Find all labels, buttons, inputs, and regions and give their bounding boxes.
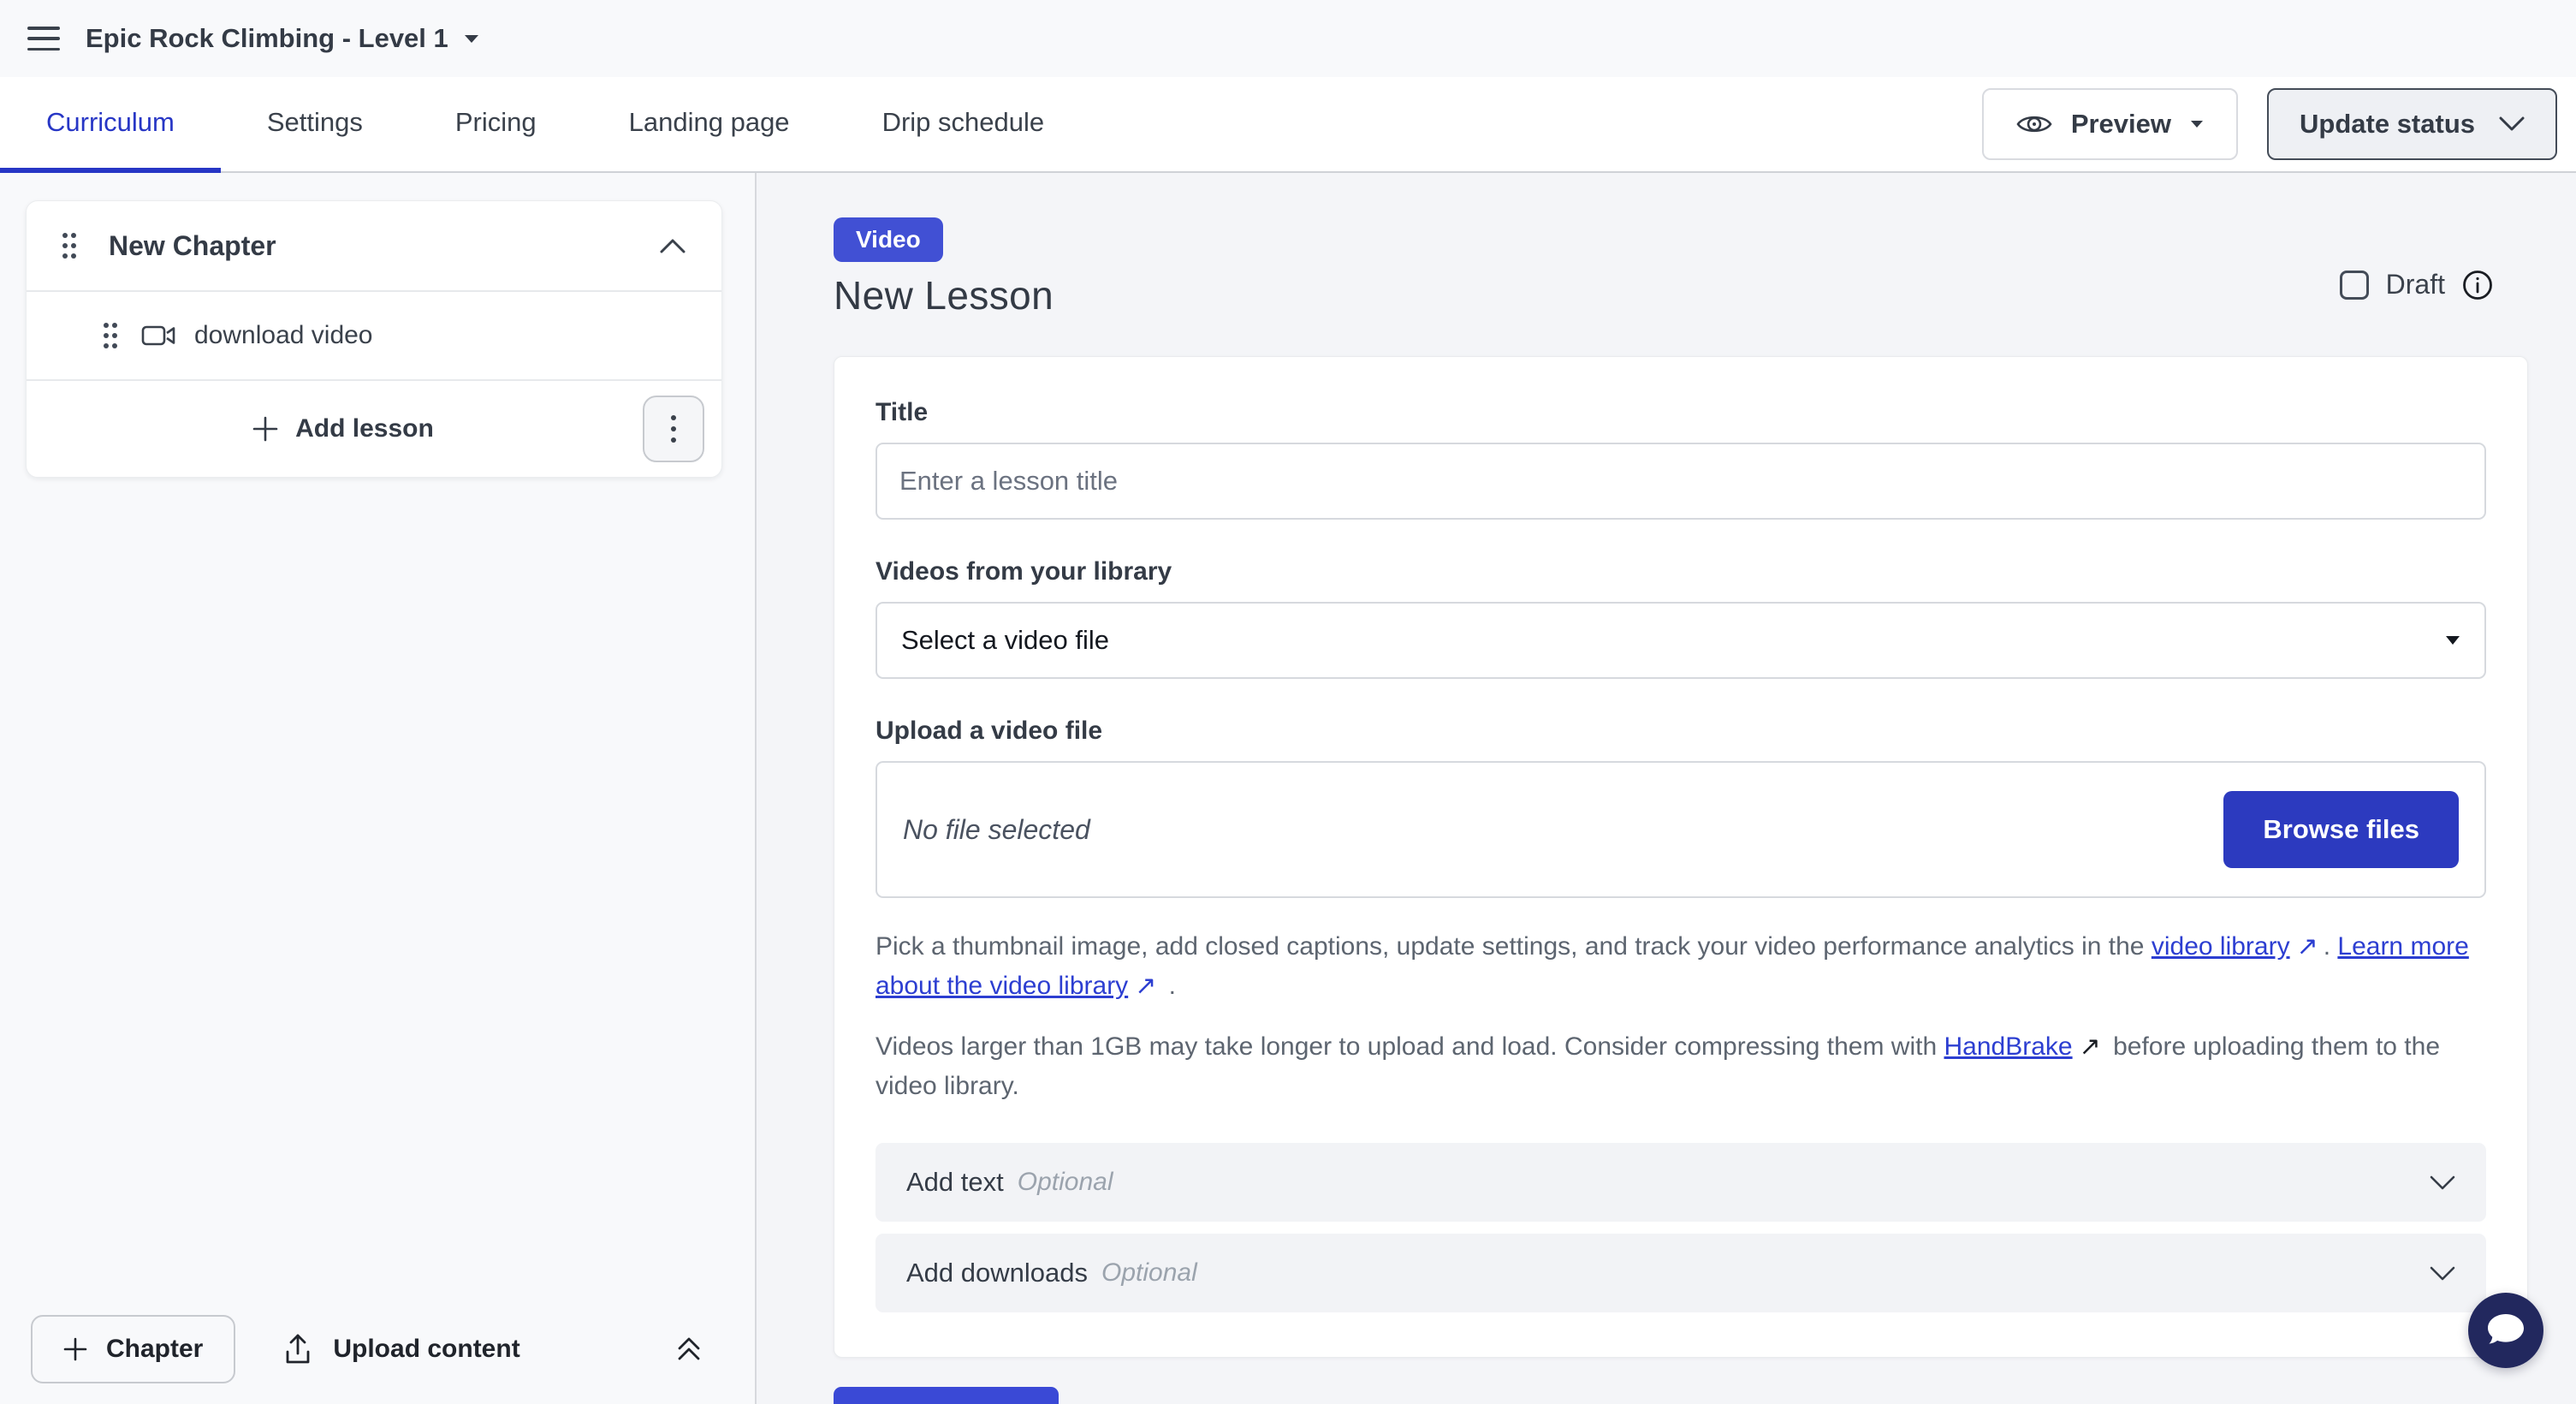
chat-widget-button[interactable] [2468, 1293, 2543, 1368]
save-lesson-button[interactable]: Save lesson [834, 1387, 1059, 1404]
add-text-panel[interactable]: Add text Optional [875, 1143, 2486, 1222]
content-area: New Chapter [0, 173, 2576, 1404]
chevron-down-icon [2430, 1266, 2455, 1281]
chevron-down-icon [2499, 116, 2525, 132]
video-library-help-text: Pick a thumbnail image, add closed capti… [875, 927, 2486, 1005]
top-bar: Epic Rock Climbing - Level 1 [0, 0, 2576, 77]
tab-bar: Curriculum Settings Pricing Landing page… [0, 77, 2576, 173]
video-camera-icon [141, 323, 175, 348]
chevron-down-icon [2430, 1175, 2455, 1190]
draft-label: Draft [2386, 269, 2445, 300]
video-library-field-group: Videos from your library Select a video … [875, 557, 2486, 679]
drag-handle-icon[interactable] [61, 230, 78, 261]
select-caret-icon [2445, 635, 2460, 645]
lesson-title-input[interactable] [875, 443, 2486, 520]
eye-icon [2016, 111, 2052, 137]
drag-handle-icon[interactable] [102, 320, 119, 351]
title-field-group: Title [875, 398, 2486, 520]
add-lesson-label: Add lesson [295, 414, 434, 443]
upload-field-group: Upload a video file No file selected Bro… [875, 717, 2486, 898]
add-chapter-button[interactable]: Chapter [31, 1315, 235, 1383]
tab-drip-schedule[interactable]: Drip schedule [836, 77, 1091, 173]
upload-content-label: Upload content [333, 1335, 519, 1364]
add-lesson-row: Add lesson [27, 381, 721, 477]
chapter-menu-button[interactable] [643, 396, 704, 462]
video-library-label: Videos from your library [875, 557, 2486, 586]
course-title-dropdown[interactable]: Epic Rock Climbing - Level 1 [86, 23, 479, 54]
curriculum-sidebar: New Chapter [0, 173, 757, 1404]
optional-label: Optional [1018, 1168, 1113, 1197]
help-text-segment: . [1161, 972, 1176, 1000]
lesson-type-badge: Video [834, 217, 943, 262]
lesson-title: download video [194, 321, 373, 350]
chat-bubble-icon [2485, 1311, 2526, 1350]
update-status-label: Update status [2300, 109, 2475, 140]
lesson-editor: Video New Lesson Draft Title [757, 173, 2576, 1404]
lesson-heading-block: Video New Lesson [834, 217, 1054, 318]
title-label: Title [875, 398, 2486, 427]
tabbar-actions: Preview Update status [1982, 77, 2557, 171]
chapter-card: New Chapter [26, 200, 722, 478]
caret-down-icon [464, 34, 479, 44]
upload-content-button[interactable]: Upload content [283, 1333, 519, 1365]
upload-icon [283, 1333, 312, 1365]
chapter-button-label: Chapter [106, 1335, 203, 1364]
tab-landing-page[interactable]: Landing page [583, 77, 836, 173]
add-downloads-label: Add downloads [906, 1258, 1088, 1288]
video-library-selected-value: Select a video file [901, 625, 1109, 656]
compression-help-text: Videos larger than 1GB may take longer t… [875, 1027, 2486, 1105]
course-title: Epic Rock Climbing - Level 1 [86, 23, 448, 54]
plus-icon [63, 1337, 87, 1361]
lesson-form-card: Title Videos from your library Select a … [834, 356, 2528, 1358]
video-library-link[interactable]: video library↗ [2152, 932, 2324, 961]
browse-files-button[interactable]: Browse files [2223, 791, 2459, 868]
tab-pricing[interactable]: Pricing [409, 77, 583, 173]
hamburger-menu-icon[interactable] [27, 27, 60, 51]
upload-video-label: Upload a video file [875, 717, 2486, 746]
add-downloads-panel[interactable]: Add downloads Optional [875, 1234, 2486, 1312]
chapter-header[interactable]: New Chapter [27, 201, 721, 292]
video-library-select[interactable]: Select a video file [875, 602, 2486, 679]
draft-checkbox[interactable] [2340, 271, 2369, 300]
add-lesson-button[interactable]: Add lesson [252, 414, 434, 443]
chapter-title: New Chapter [109, 230, 276, 262]
update-status-button[interactable]: Update status [2267, 88, 2557, 160]
preview-label: Preview [2071, 109, 2171, 140]
external-link-icon: ↗ [2080, 1032, 2101, 1061]
chevron-up-icon[interactable] [660, 239, 686, 253]
page-title: New Lesson [834, 272, 1054, 318]
help-text-segment: . [2324, 932, 2338, 961]
tab-curriculum[interactable]: Curriculum [0, 77, 221, 173]
draft-toggle-group: Draft [2340, 269, 2493, 300]
optional-label: Optional [1101, 1258, 1197, 1288]
preview-button[interactable]: Preview [1982, 88, 2238, 160]
collapse-all-icon[interactable] [674, 1335, 703, 1364]
kebab-menu-icon [670, 413, 677, 444]
info-icon[interactable] [2462, 270, 2493, 300]
file-upload-dropzone[interactable]: No file selected Browse files [875, 761, 2486, 898]
external-link-icon: ↗ [1135, 972, 1156, 1000]
plus-icon [252, 416, 278, 442]
tab-settings[interactable]: Settings [221, 77, 409, 173]
external-link-icon: ↗ [2297, 932, 2318, 961]
add-text-label: Add text [906, 1167, 1004, 1198]
no-file-text: No file selected [903, 814, 1090, 846]
help-text-segment: Pick a thumbnail image, add closed capti… [875, 932, 2152, 961]
help-text-segment: Videos larger than 1GB may take longer t… [875, 1032, 1944, 1061]
lesson-row[interactable]: download video [27, 292, 721, 381]
lesson-editor-header: Video New Lesson Draft [834, 217, 2528, 318]
caret-down-icon [2190, 120, 2204, 128]
sidebar-footer: Chapter Upload content [0, 1294, 755, 1404]
handbrake-link[interactable]: HandBrake↗ [1944, 1032, 2106, 1061]
